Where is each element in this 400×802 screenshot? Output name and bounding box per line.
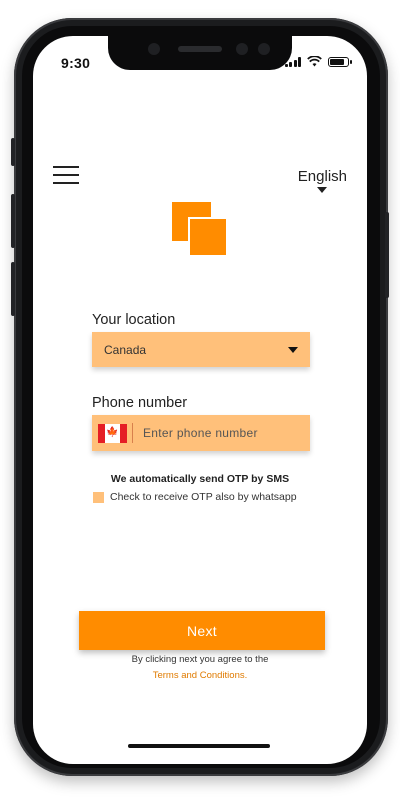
location-label: Your location [92, 312, 176, 328]
next-button[interactable]: Next [79, 611, 325, 650]
speaker-grille [178, 46, 222, 52]
status-icons [284, 56, 352, 67]
menu-icon[interactable] [53, 166, 79, 184]
whatsapp-label: Check to receive OTP also by whatsapp [110, 491, 297, 503]
phone-placeholder[interactable]: Enter phone number [143, 426, 258, 440]
terms-link[interactable]: Terms and Conditions. [33, 670, 367, 681]
camera-icon [148, 43, 160, 55]
volume-down-button [11, 262, 15, 316]
terms-note: By clicking next you agree to the [131, 654, 269, 665]
phone-number-field[interactable]: 🍁 Enter phone number [92, 415, 310, 451]
language-selector[interactable]: English [298, 168, 347, 193]
power-button [385, 212, 389, 298]
chevron-down-icon [317, 187, 328, 193]
next-label: Next [187, 622, 217, 639]
status-time: 9:30 [61, 55, 91, 71]
sensor-icon [258, 43, 270, 55]
whatsapp-otp-option[interactable]: Check to receive OTP also by whatsapp [93, 491, 297, 503]
mute-switch [11, 138, 15, 166]
phone-label: Phone number [92, 395, 188, 411]
otp-notice: We automatically send OTP by SMS [110, 473, 290, 485]
location-value: Canada [104, 342, 147, 357]
wifi-icon [307, 56, 322, 67]
signal-icon [284, 56, 301, 67]
field-divider [132, 423, 133, 443]
sensor-icon [236, 43, 248, 55]
whatsapp-checkbox[interactable] [93, 491, 104, 503]
canada-flag-icon[interactable]: 🍁 [98, 423, 127, 443]
chevron-down-icon [288, 346, 298, 353]
app-logo [172, 202, 230, 257]
app-screen: 9:30 English Your location Canada Phone … [33, 36, 367, 764]
language-label: English [297, 168, 347, 185]
battery-icon [328, 56, 352, 67]
notch [108, 36, 292, 70]
location-select[interactable]: Canada [92, 332, 310, 367]
volume-up-button [11, 194, 15, 248]
home-indicator [128, 744, 270, 748]
